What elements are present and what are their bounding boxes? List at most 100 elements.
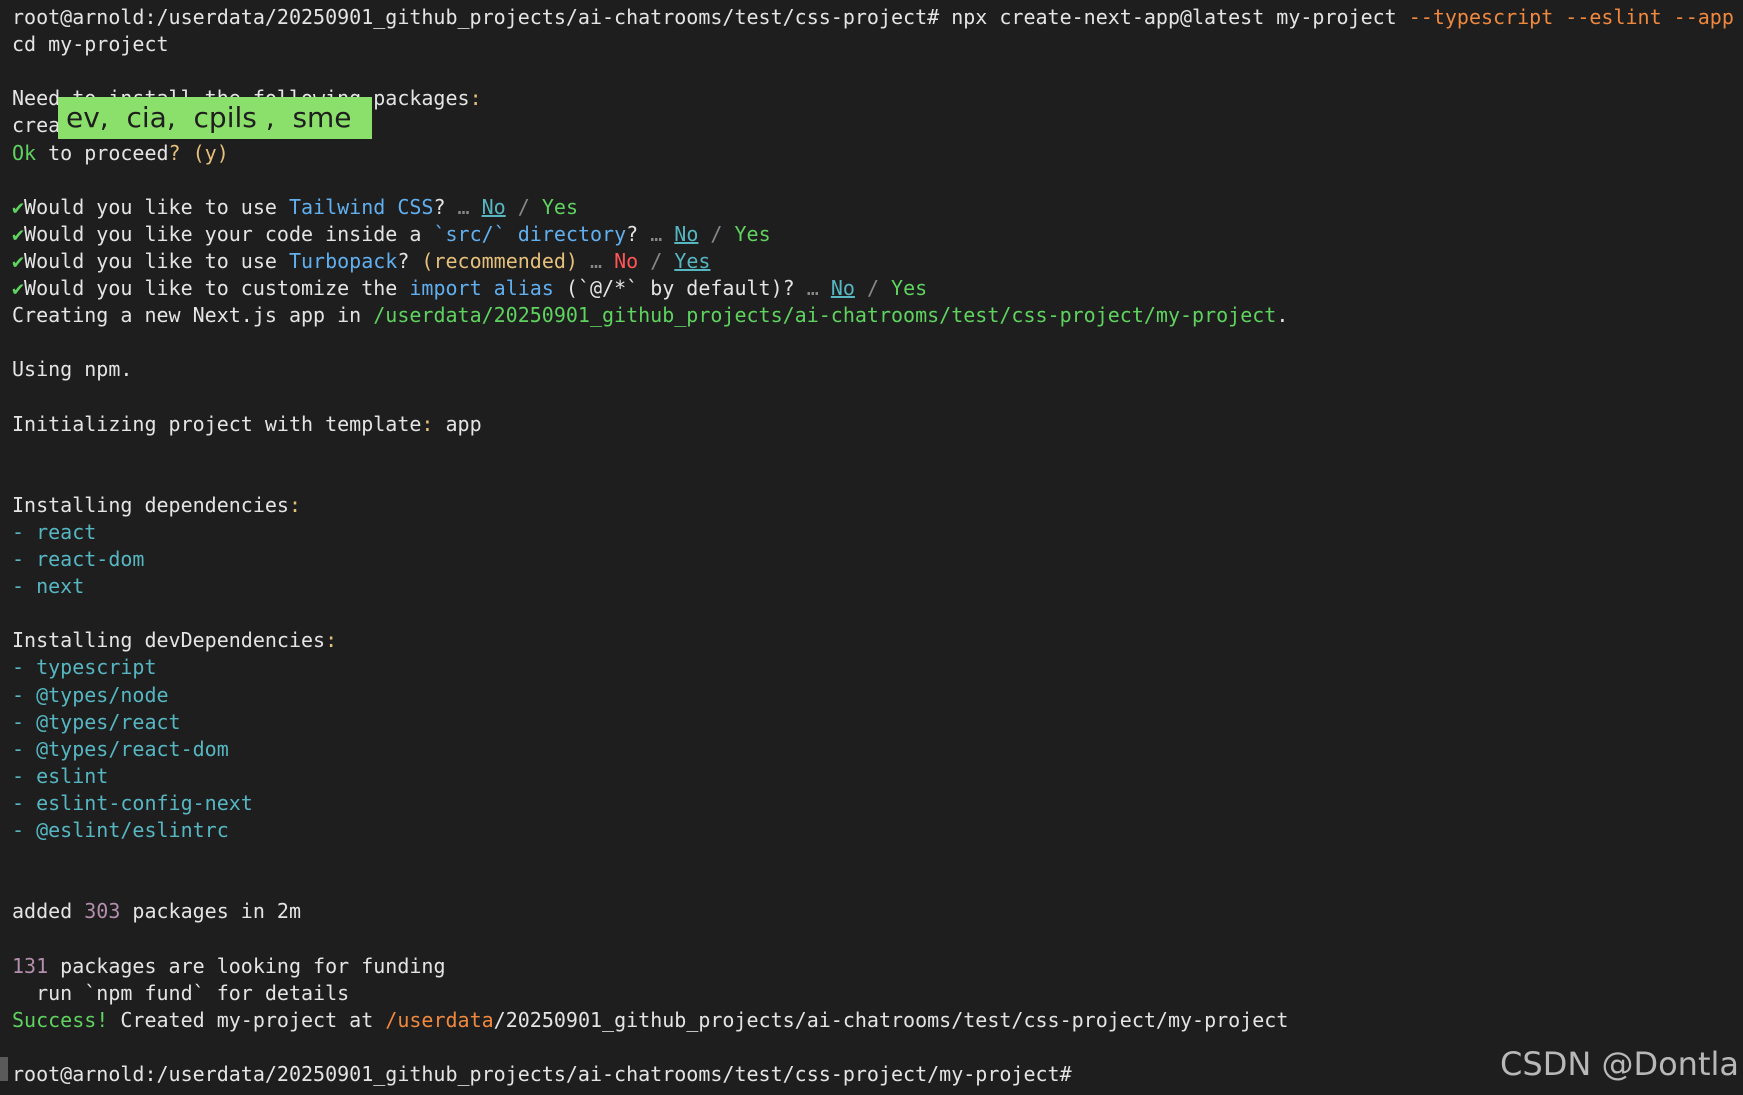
checkmark-icon: ✔ [12, 276, 25, 300]
terminal-line: - eslint-config-next [12, 790, 253, 817]
checkmark-icon: ✔ [12, 248, 25, 273]
terminal-text-segment: Success! [12, 1007, 109, 1032]
terminal-text-segment: Ok [12, 140, 37, 165]
terminal-text-segment: typescript [36, 655, 157, 680]
terminal-text-segment: Yes [891, 276, 928, 300]
terminal-text-segment: : [469, 86, 482, 111]
terminal-text-segment: No [481, 194, 506, 219]
ime-candidate-popup[interactable]: ev, cia, cpils , sme [58, 97, 372, 139]
terminal-text-segment: - [12, 818, 37, 842]
terminal-line: Creating a new Next.js app in /userdata/… [12, 302, 1288, 329]
terminal-text-segment: No [614, 248, 639, 273]
terminal-text-segment: : [421, 411, 434, 436]
terminal-text-segment: - [12, 709, 37, 734]
terminal-text-segment: run `npm fund` for details [12, 980, 350, 1005]
terminal-text-segment: react [36, 519, 97, 544]
terminal-text-segment: (recommended) [421, 248, 578, 273]
terminal-text-segment: Installing dependencies [12, 492, 289, 517]
terminal-line: - next [12, 573, 84, 600]
terminal-text-segment: - [12, 763, 37, 788]
terminal-text-segment: … [590, 248, 603, 273]
terminal-text-segment: - [12, 574, 37, 599]
checkmark-icon: ✔ [12, 221, 25, 246]
terminal-text-segment: root@arnold:/userdata/20250901_github_pr… [12, 1061, 1072, 1086]
terminal-line: - react-dom [12, 546, 144, 573]
terminal-text-segment: Would you like your code inside a [24, 221, 434, 246]
terminal-text-segment: … [650, 221, 663, 246]
terminal-text-segment: Would you like to use [24, 248, 289, 273]
terminal-text-segment: Creating a new Next.js app in [12, 303, 374, 328]
terminal-text-segment: cd my-project [12, 32, 169, 57]
terminal-line: ✔Would you like to use Tailwind CSS? … N… [12, 194, 578, 221]
terminal-text-segment: (`@/*` by default)? [553, 276, 807, 300]
terminal-cursor [0, 1057, 8, 1081]
terminal-text-segment: crea [12, 113, 61, 138]
terminal-text-segment: No [674, 221, 699, 246]
terminal-text-segment: app [433, 411, 482, 436]
terminal-line: crea [12, 112, 60, 139]
terminal-text-segment: / [638, 248, 675, 273]
terminal-text-segment: : [325, 628, 338, 653]
terminal-text-segment: --typescript --eslint --app [1408, 5, 1734, 29]
terminal-text-segment: - [12, 547, 37, 571]
terminal-text-segment: Yes [674, 248, 711, 273]
terminal-text-segment: No [830, 276, 855, 300]
terminal-line: Initializing project with template: app [12, 411, 482, 438]
terminal-text-segment: Tailwind CSS [288, 194, 434, 219]
terminal-line: cd my-project [12, 31, 169, 58]
terminal-text-segment: import alias [409, 276, 554, 300]
terminal-line: Ok to proceed? (y) [12, 140, 229, 167]
terminal-text-segment: @types/react [36, 709, 181, 734]
terminal-text-segment: @types/node [36, 682, 169, 707]
terminal-text-segment: packages in 2m [120, 899, 301, 924]
terminal-text-segment: Created my-project at [108, 1007, 386, 1032]
terminal-text-segment: ? [168, 140, 181, 165]
terminal-text-segment: Would you like to use [24, 194, 289, 219]
terminal-line: ✔Would you like to customize the import … [12, 275, 927, 302]
terminal-text-segment: Yes [734, 221, 771, 246]
terminal-text-segment: Installing devDependencies [12, 628, 326, 653]
terminal-text-segment: eslint-config-next [36, 790, 253, 815]
terminal-text-segment: root@arnold:/userdata/20250901_github_pr… [12, 5, 1409, 29]
terminal-line: - typescript [12, 654, 157, 681]
terminal-text-segment: - [12, 790, 37, 815]
terminal-text-segment: - [12, 736, 37, 761]
terminal-window[interactable]: root@arnold:/userdata/20250901_github_pr… [0, 0, 1743, 1095]
terminal-text-segment: / [698, 221, 735, 246]
terminal-text-segment: /userdata/20250901_github_projects/ai-ch… [373, 303, 1277, 328]
terminal-text-segment: added [12, 899, 85, 924]
terminal-text-segment: … [806, 276, 819, 300]
terminal-text-segment: . [1276, 303, 1289, 328]
terminal-text-segment: `src/` directory [433, 221, 627, 246]
terminal-line: run `npm fund` for details [12, 980, 349, 1007]
terminal-text-segment: Using npm. [12, 357, 133, 382]
terminal-text-segment: @eslint/eslintrc [36, 818, 229, 842]
terminal-text-segment: Turbopack [288, 248, 398, 273]
terminal-line: - @eslint/eslintrc [12, 817, 229, 844]
terminal-text-segment: eslint [36, 763, 109, 788]
terminal-text-segment: react-dom [36, 547, 145, 571]
terminal-text-segment: (y) [180, 140, 229, 165]
terminal-text-segment: / [505, 194, 542, 219]
terminal-line: 131 packages are looking for funding [12, 953, 445, 980]
terminal-line: ✔Would you like to use Turbopack? (recom… [12, 248, 710, 275]
terminal-text-segment: / [854, 276, 892, 300]
terminal-text-segment: Would you like to customize the [24, 276, 410, 300]
terminal-text-segment: 303 [84, 899, 121, 924]
terminal-text-segment: @types/react-dom [36, 736, 229, 761]
terminal-text-segment: packages are looking for funding [48, 953, 446, 978]
terminal-line: Installing dependencies: [12, 492, 301, 519]
checkmark-icon: ✔ [12, 194, 25, 219]
terminal-line: added 303 packages in 2m [12, 898, 301, 925]
terminal-line: - react [12, 519, 96, 546]
terminal-text-segment: ? [433, 194, 458, 219]
terminal-line: Installing devDependencies: [12, 627, 337, 654]
terminal-line: - @types/react-dom [12, 736, 229, 763]
watermark: CSDN @Dontla [1500, 1045, 1739, 1083]
terminal-text-segment: Initializing project with template [12, 411, 422, 436]
